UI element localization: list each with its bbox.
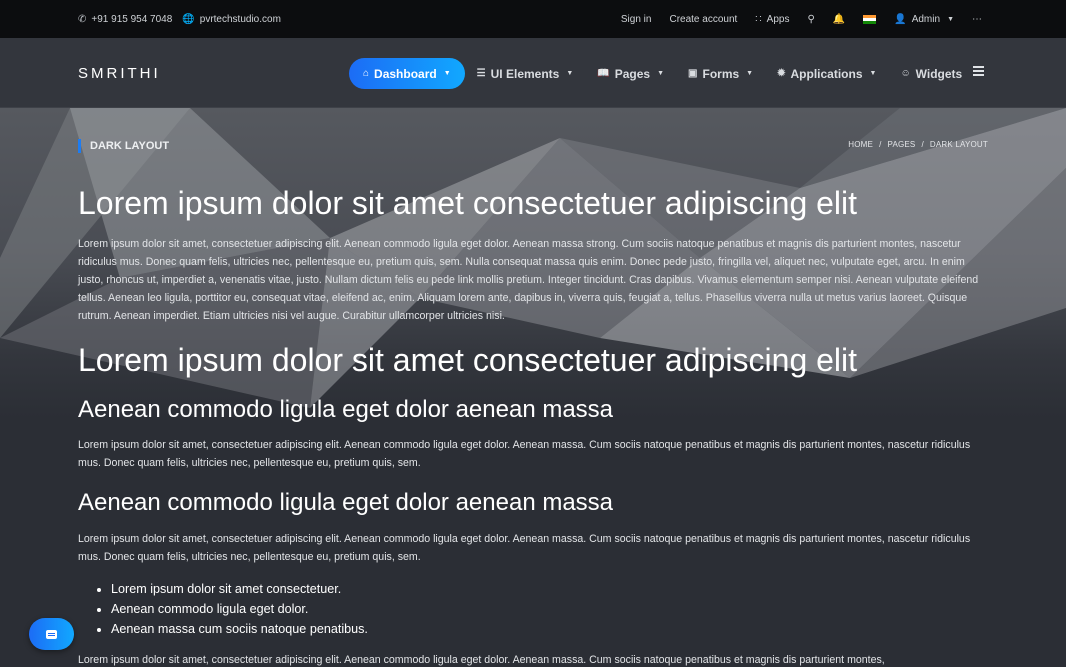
india-flag-icon[interactable] [863,14,877,24]
apps-menu[interactable]: ∷ Apps [755,14,789,25]
breadcrumb-current: DARK LAYOUT [929,140,988,149]
nav-pages-label: Pages [614,66,651,81]
nav-widgets-label: Widgets [915,66,963,81]
sign-in-link[interactable]: Sign in [621,14,652,25]
smile-icon: ☺ [900,68,911,79]
briefcase-icon: ▣ [688,68,698,79]
breadcrumb-home[interactable]: HOME [848,140,873,149]
admin-menu[interactable]: 👤 Admin ▼ [894,14,954,25]
brand-logo[interactable]: SMRITHI [78,65,161,82]
paragraph-intro: Lorem ipsum dolor sit amet, consectetuer… [78,238,979,322]
chevron-down-icon: ▼ [947,15,954,23]
nav-dashboard-label: Dashboard [374,66,437,81]
nav-applications[interactable]: ✹ Applications ▼ [765,58,888,89]
admin-label: Admin [911,13,941,25]
nav-pages[interactable]: 📖 Pages ▼ [585,58,676,89]
breadcrumb-separator: / [879,140,882,149]
chevron-down-icon: ▼ [657,70,665,77]
book-icon: 📖 [597,68,610,79]
breadcrumb-separator: / [921,140,924,149]
search-icon[interactable]: ⚲ [807,14,814,25]
top-bar: ✆ +91 915 954 7048 🌐 pvrtechstudio.com S… [0,0,1066,38]
home-icon: ⌂ [363,68,370,79]
website-link[interactable]: 🌐 pvrtechstudio.com [182,14,281,25]
phone-contact[interactable]: ✆ +91 915 954 7048 [78,14,172,25]
apps-label: Apps [766,13,790,25]
nav-dashboard[interactable]: ⌂ Dashboard ▼ [349,58,465,89]
user-icon: 👤 [894,13,907,25]
nav-widgets[interactable]: ☺ Widgets [888,58,974,89]
chat-button[interactable] [29,618,74,650]
main-header: SMRITHI ⌂ Dashboard ▼ ☰ UI Elements ▼ 📖 … [0,38,1066,108]
page-title: DARK LAYOUT [78,139,169,153]
nav-forms[interactable]: ▣ Forms ▼ [676,58,765,89]
grid-icon: ∷ [755,13,762,25]
paragraph-third: Lorem ipsum dolor sit amet, consectetuer… [78,533,971,563]
phone-icon: ✆ [78,13,87,25]
list-item: Aenean massa cum sociis natoque penatibu… [111,619,368,639]
paragraph-second: Lorem ipsum dolor sit amet, consectetuer… [78,439,971,469]
breadcrumb: HOME / PAGES / DARK LAYOUT [848,140,988,149]
chat-icon [46,629,57,639]
heading-2-second: Aenean commodo ligula eget dolor aenean … [78,489,614,516]
more-icon[interactable]: ⋯ [972,14,982,25]
heading-1-second: Lorem ipsum dolor sit amet consectetuer … [78,342,858,378]
settings-icon: ✹ [777,68,786,79]
nav-ui-elements-label: UI Elements [490,66,560,81]
list-item: Aenean commodo ligula eget dolor. [111,599,368,619]
chevron-down-icon: ▼ [566,70,574,77]
sliders-icon: ☰ [476,68,486,79]
website-text: pvrtechstudio.com [199,13,281,25]
nav-applications-label: Applications [790,66,863,81]
create-account-link[interactable]: Create account [669,14,737,25]
globe-icon: 🌐 [182,13,195,25]
chevron-down-icon: ▼ [443,70,451,77]
nav-forms-label: Forms [702,66,740,81]
paragraph-fourth: Lorem ipsum dolor sit amet, consectetuer… [78,654,885,666]
phone-number: +91 915 954 7048 [91,13,173,25]
bell-icon[interactable]: 🔔 [833,14,845,25]
bullet-list: Lorem ipsum dolor sit amet consectetuer.… [111,579,368,639]
breadcrumb-pages[interactable]: PAGES [888,140,916,149]
heading-1-first: Lorem ipsum dolor sit amet consectetuer … [78,185,858,221]
nav-ui-elements[interactable]: ☰ UI Elements ▼ [465,58,586,89]
heading-2-first: Aenean commodo ligula eget dolor aenean … [78,396,614,423]
list-item: Lorem ipsum dolor sit amet consectetuer. [111,579,368,599]
main-nav: ⌂ Dashboard ▼ ☰ UI Elements ▼ 📖 Pages ▼ … [349,58,974,89]
hamburger-menu-icon[interactable] [973,66,984,76]
chevron-down-icon: ▼ [869,70,877,77]
chevron-down-icon: ▼ [746,70,754,77]
